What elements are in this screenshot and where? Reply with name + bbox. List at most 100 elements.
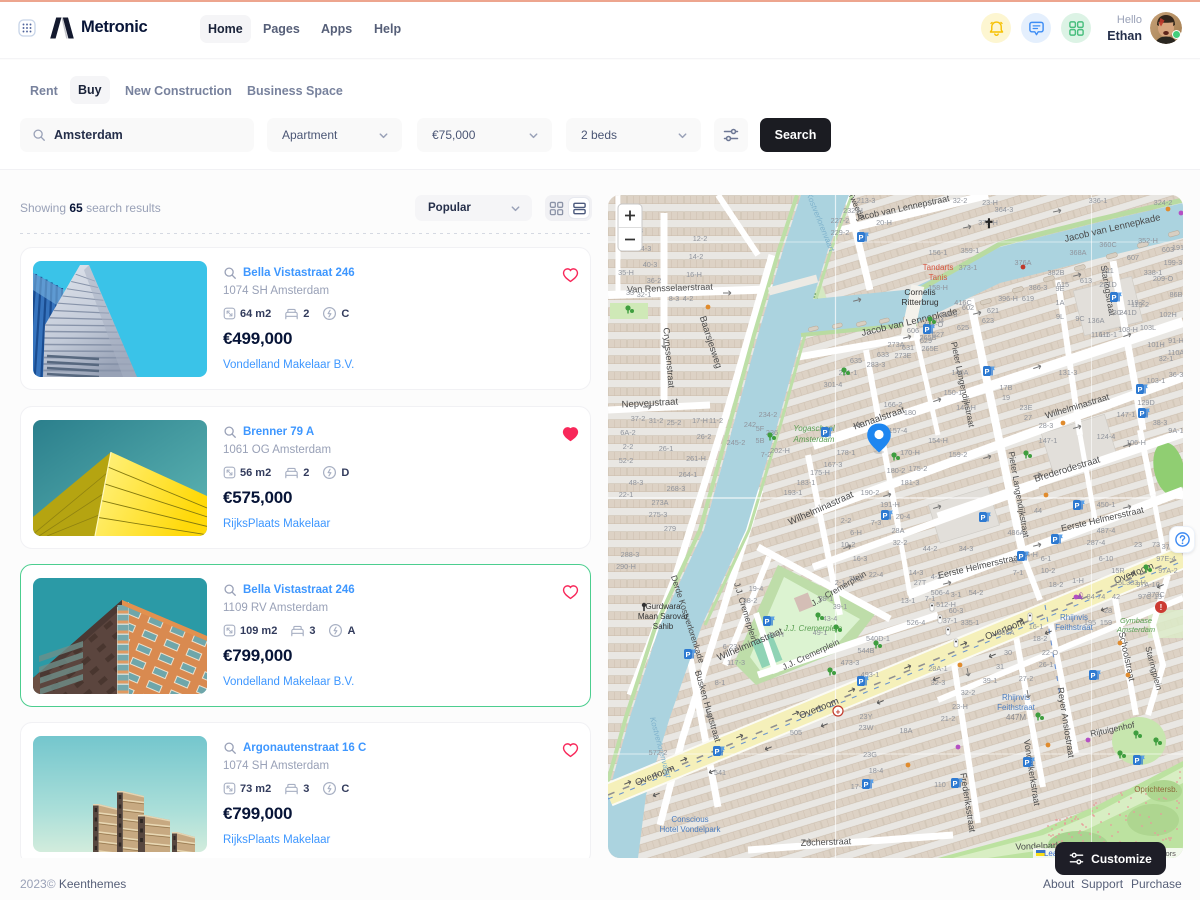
svg-text:17-H: 17-H: [692, 416, 708, 425]
svg-text:611: 611: [1102, 266, 1114, 275]
svg-text:P: P: [858, 677, 863, 686]
svg-text:6-1: 6-1: [1041, 554, 1052, 563]
svg-text:P: P: [822, 428, 827, 437]
svg-text:P: P: [1134, 756, 1139, 765]
svg-text:14-H: 14-H: [768, 630, 784, 639]
svg-text:23-H: 23-H: [982, 198, 998, 207]
svg-text:116-1: 116-1: [1091, 330, 1109, 339]
svg-text:48-3: 48-3: [629, 478, 644, 487]
svg-text:623: 623: [982, 316, 994, 325]
svg-text:22-1: 22-1: [619, 490, 634, 499]
svg-text:181-3: 181-3: [901, 478, 920, 487]
svg-text:20-H: 20-H: [876, 218, 892, 227]
svg-text:28A: 28A: [892, 526, 905, 535]
svg-text:265B: 265B: [919, 333, 936, 342]
svg-text:52-2: 52-2: [619, 456, 634, 465]
svg-text:16-3: 16-3: [853, 554, 868, 563]
svg-text:3-1: 3-1: [951, 590, 962, 599]
svg-text:159-2: 159-2: [949, 450, 968, 459]
svg-text:36-3: 36-3: [1169, 370, 1183, 379]
svg-text:P: P: [882, 511, 887, 520]
svg-text:32-2: 32-2: [893, 538, 908, 547]
svg-text:8-1: 8-1: [715, 678, 726, 687]
svg-text:486A: 486A: [997, 628, 1014, 637]
svg-text:136A: 136A: [1087, 316, 1104, 325]
svg-text:54-2: 54-2: [969, 588, 984, 597]
svg-text:221D: 221D: [1099, 280, 1116, 289]
svg-text:268-3: 268-3: [667, 484, 686, 493]
svg-text:✝: ✝: [984, 216, 995, 231]
svg-text:28A-1: 28A-1: [928, 664, 947, 673]
svg-text:32-1: 32-1: [637, 290, 652, 299]
svg-text:23E: 23E: [1020, 403, 1033, 412]
svg-text:!: !: [1160, 603, 1163, 612]
svg-text:7-1: 7-1: [1013, 568, 1024, 577]
svg-text:275-3: 275-3: [649, 510, 668, 519]
svg-text:Gymbase: Gymbase: [1120, 616, 1152, 625]
svg-text:129D: 129D: [1137, 398, 1154, 407]
svg-text:25-2: 25-2: [667, 418, 682, 427]
svg-text:Rhijnvis: Rhijnvis: [1002, 693, 1030, 702]
svg-text:Zocherstraat: Zocherstraat: [800, 836, 851, 848]
svg-text:P: P: [1018, 552, 1023, 561]
svg-text:Maan Sarovar: Maan Sarovar: [638, 612, 689, 621]
svg-text:2-1: 2-1: [835, 578, 846, 587]
svg-text:Conscious: Conscious: [671, 815, 708, 824]
svg-text:44: 44: [1034, 506, 1042, 515]
svg-text:60-3: 60-3: [949, 606, 964, 615]
svg-text:20-4: 20-4: [896, 512, 911, 521]
svg-text:373-1: 373-1: [959, 263, 978, 272]
svg-text:131-3: 131-3: [1059, 368, 1078, 377]
svg-text:106-H: 106-H: [1126, 438, 1146, 447]
svg-text:119-2: 119-2: [1127, 298, 1145, 307]
svg-text:21-2: 21-2: [941, 714, 956, 723]
svg-text:37-1: 37-1: [943, 616, 958, 625]
svg-text:Hotel Vondelpark: Hotel Vondelpark: [660, 825, 722, 834]
svg-text:Tandarts: Tandarts: [923, 263, 954, 272]
svg-text:23: 23: [1134, 540, 1142, 549]
svg-text:102H: 102H: [1159, 310, 1176, 319]
svg-text:368A: 368A: [1069, 248, 1086, 257]
svg-text:473-3: 473-3: [841, 658, 860, 667]
svg-text:39-1: 39-1: [983, 676, 998, 685]
svg-text:31: 31: [996, 662, 1004, 671]
svg-text:265E: 265E: [921, 344, 938, 353]
svg-text:621: 621: [987, 306, 999, 315]
svg-text:19: 19: [1002, 393, 1010, 402]
svg-text:10-2: 10-2: [1041, 566, 1056, 575]
svg-text:27-2: 27-2: [1019, 674, 1034, 683]
svg-text:159: 159: [1100, 618, 1112, 627]
svg-text:9C: 9C: [1075, 314, 1084, 323]
svg-text:486A: 486A: [1007, 528, 1024, 537]
svg-text:199-3: 199-3: [1164, 258, 1183, 267]
svg-text:287-4: 287-4: [1087, 538, 1106, 547]
svg-text:7-1: 7-1: [925, 594, 936, 603]
svg-text:97A-10: 97A-10: [1136, 580, 1160, 589]
svg-text:P: P: [952, 779, 957, 788]
svg-text:156-1: 156-1: [929, 248, 948, 257]
svg-text:227-2: 227-2: [831, 216, 850, 225]
svg-text:147-1: 147-1: [1117, 410, 1136, 419]
svg-text:86B: 86B: [1170, 290, 1183, 299]
svg-text:209-O: 209-O: [1153, 274, 1174, 283]
svg-text:28-3: 28-3: [1039, 421, 1054, 430]
svg-text:360C: 360C: [1099, 240, 1116, 249]
svg-text:264-1: 264-1: [679, 470, 698, 479]
svg-text:P: P: [714, 747, 719, 756]
svg-text:19-4: 19-4: [749, 584, 764, 593]
svg-text:183-1: 183-1: [797, 478, 816, 487]
svg-text:487-4: 487-4: [1097, 526, 1116, 535]
svg-text:97A-2: 97A-2: [1158, 566, 1177, 575]
svg-text:⌂: ⌂: [1078, 589, 1083, 599]
svg-text:Oprichtersb.: Oprichtersb.: [1134, 785, 1178, 794]
svg-text:P: P: [984, 367, 989, 376]
svg-text:180: 180: [904, 408, 916, 417]
svg-text:635: 635: [850, 356, 862, 365]
svg-text:103L: 103L: [1140, 323, 1156, 332]
svg-text:447M: 447M: [1006, 713, 1026, 722]
svg-text:23W: 23W: [858, 723, 873, 732]
svg-text:191: 191: [1172, 243, 1183, 252]
svg-text:541: 541: [714, 768, 726, 777]
svg-text:234-2: 234-2: [759, 410, 778, 419]
svg-text:273E: 273E: [894, 351, 911, 360]
